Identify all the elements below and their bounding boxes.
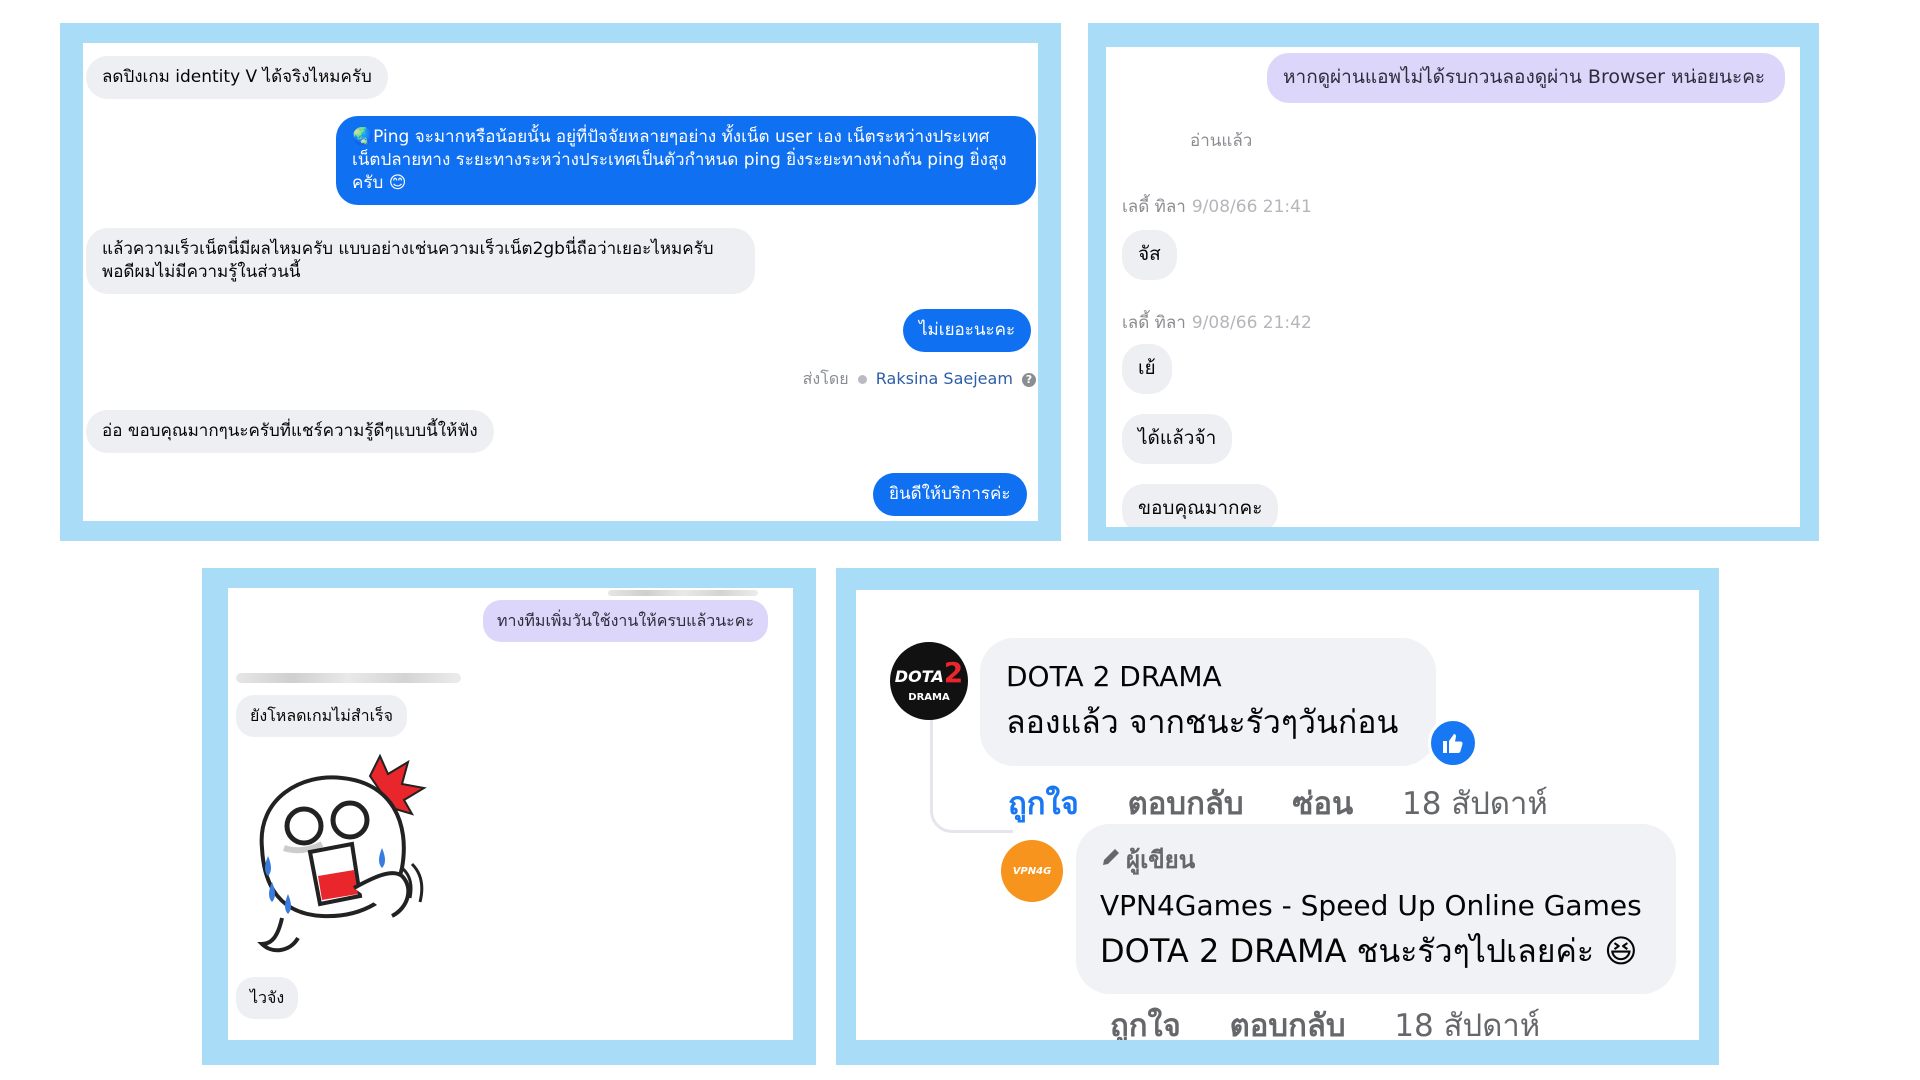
chat-panel-2: หากดูผ่านแอพไม่ได้รบกวนลองดูผ่าน Browser… [1088,23,1819,541]
reply-author[interactable]: VPN4Games - Speed Up Online Games [1100,889,1652,922]
message-incoming: แล้วความเร็วเน็ตนี่มีผลไหมครับ แบบอย่างเ… [86,228,755,294]
author-badge: ผู้เขียน [1100,840,1652,879]
message-incoming: อ่อ ขอบคุณมากๆนะครับที่แชร์ความรู้ดีๆแบบ… [86,410,494,453]
sent-by-label: ส่งโดย [802,369,849,388]
message-outgoing: 🌏Ping จะมากหรือน้อยนั้น อยู่ที่ปัจจัยหลา… [336,116,1036,205]
message-outgoing: ไม่เยอะนะคะ [903,309,1032,352]
chat-panel-3: ทางทีมเพิ่มวันใช้งานให้ครบแล้วนะคะ ยังโห… [202,568,816,1065]
like-reaction-icon[interactable] [1428,718,1478,768]
like-button[interactable]: ถูกใจ [1110,1008,1181,1040]
message-incoming: ลดปิงเกม identity V ได้จริงไหมครับ [86,56,388,99]
reply-button[interactable]: ตอบกลับ [1230,1008,1346,1040]
timestamp: 9/08/66 21:42 [1191,313,1312,333]
avatar-logo-sub: DRAMA [908,692,950,703]
help-icon[interactable]: ? [1022,372,1036,387]
comment-panel: DOTA2 DRAMA DOTA 2 DRAMA ลองแล้ว จากชนะร… [836,568,1719,1065]
comment-author[interactable]: DOTA 2 DRAMA [1006,660,1410,693]
message-header: เลดี้ ทิลา 9/08/66 21:41 [1122,193,1312,220]
comment-time[interactable]: 18 สัปดาห์ [1402,786,1548,822]
reply-button[interactable]: ตอบกลับ [1128,786,1244,822]
timestamp: 9/08/66 21:41 [1191,197,1312,217]
message-incoming: จัส [1122,230,1177,280]
vpn4games-avatar[interactable]: VPN4G [1001,840,1063,902]
status-dot-icon [857,375,867,384]
dota2-drama-avatar[interactable]: DOTA2 DRAMA [890,642,968,720]
crying-face-icon [257,753,427,953]
message-outgoing: ทางทีมเพิ่มวันใช้งานให้ครบแล้วนะคะ [483,600,769,642]
comment-actions: ถูกใจ ตอบกลับ ซ่อน 18 สัปดาห์ [1008,778,1586,828]
comment-text: ลองแล้ว จากชนะรัวๆวันก่อน [1006,703,1399,741]
comment-thread: DOTA2 DRAMA DOTA 2 DRAMA ลองแล้ว จากชนะร… [856,590,1699,1040]
chat-window-1: ลดปิงเกม identity V ได้จริงไหมครับ 🌏Ping… [83,43,1038,521]
message-outgoing: ยินดีให้บริการค่ะ [873,473,1027,516]
author-badge-label: ผู้เขียน [1126,846,1196,874]
message-incoming: ยังโหลดเกมไม่สำเร็จ [236,695,408,737]
blurred-sender-name [236,673,461,683]
thumbs-up-icon [1443,734,1463,753]
chat-window-3: ทางทีมเพิ่มวันใช้งานให้ครบแล้วนะคะ ยังโห… [228,588,793,1040]
reply-bubble: ผู้เขียน VPN4Games - Speed Up Online Gam… [1076,824,1676,994]
sender-name: เลดี้ ทิลา [1122,313,1186,333]
message-incoming: ขอบคุณมากคะ [1122,484,1279,527]
chat-window-2: หากดูผ่านแอพไม่ได้รบกวนลองดูผ่าน Browser… [1106,47,1800,527]
pencil-icon [1100,846,1126,874]
message-incoming: ไวจัง [236,977,299,1019]
message-incoming: เย้ [1122,344,1172,394]
avatar-logo-number: 2 [943,656,964,689]
message-header: เลดี้ ทิลา 9/08/66 21:42 [1122,309,1312,336]
reply-actions: ถูกใจ ตอบกลับ 18 สัปดาห์ [1110,1000,1578,1040]
reply-text: DOTA 2 DRAMA ชนะรัวๆไปเลยค่ะ 😆 [1100,932,1638,970]
blurred-header [608,590,758,596]
message-outgoing: หากดูผ่านแอพไม่ได้รบกวนลองดูผ่าน Browser… [1267,53,1785,103]
vpn4games-logo-text: VPN4G [1012,865,1052,877]
avatar-logo-text: DOTA [894,667,944,686]
sender-name-link[interactable]: Raksina Saejeam [876,369,1013,388]
message-incoming: ได้แล้วจ้า [1122,414,1233,464]
sender-name: เลดี้ ทิลา [1122,197,1186,217]
chat-panel-1: ลดปิงเกม identity V ได้จริงไหมครับ 🌏Ping… [60,23,1061,541]
hide-button[interactable]: ซ่อน [1292,786,1353,822]
read-receipt: อ่านแล้ว [1190,131,1253,151]
sent-by-info: ส่งโดย Raksina Saejeam ? [803,367,1036,392]
reply-time[interactable]: 18 สัปดาห์ [1394,1008,1540,1040]
like-button[interactable]: ถูกใจ [1008,786,1079,822]
comment-bubble: DOTA 2 DRAMA ลองแล้ว จากชนะรัวๆวันก่อน [980,638,1436,766]
crying-sticker [242,748,442,958]
